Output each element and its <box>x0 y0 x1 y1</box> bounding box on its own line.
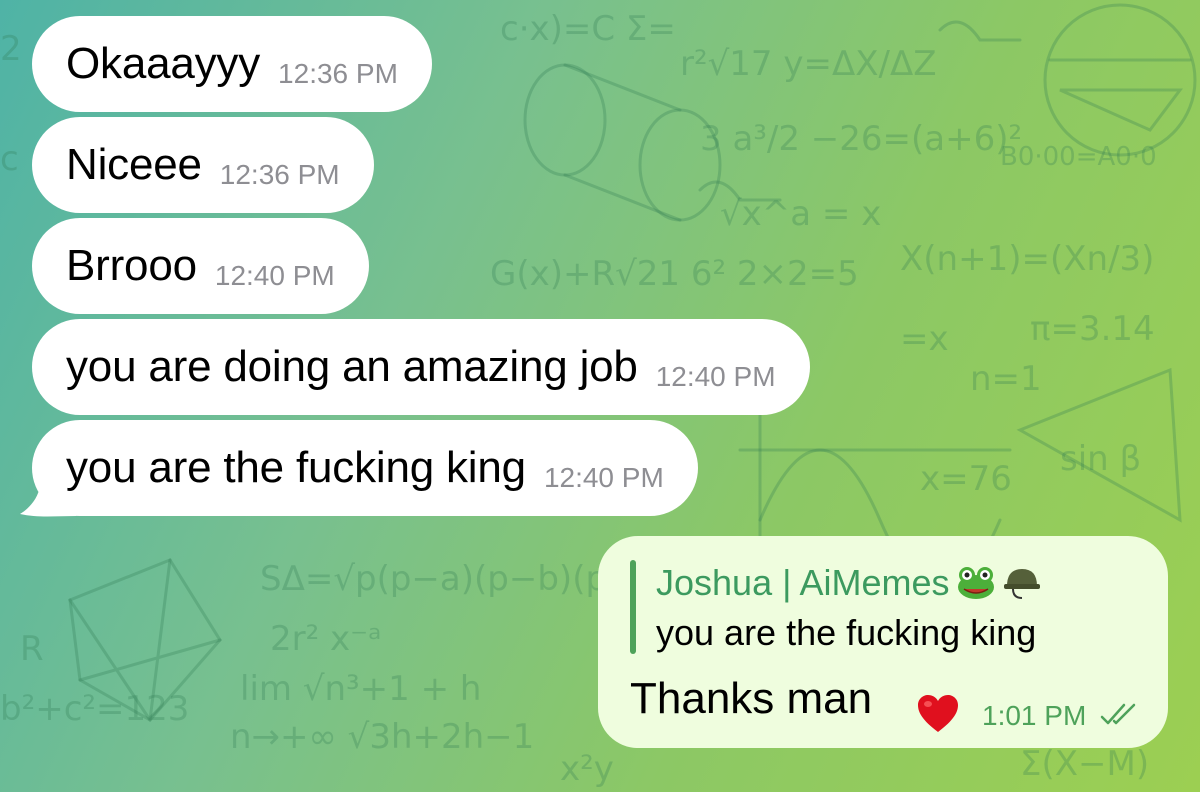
message-text: Thanks man <box>630 674 873 723</box>
message-bubble-outgoing[interactable]: Joshua | AiMemes you are the fucking kin… <box>598 536 1168 748</box>
message-text: you are doing an amazing job <box>66 342 638 391</box>
message-bubble-incoming[interactable]: Brrooo 12:40 PM <box>32 218 369 314</box>
message-text: Niceee <box>66 140 202 189</box>
message-text: you are the fucking king <box>66 443 526 492</box>
message-bubble-incoming[interactable]: you are doing an amazing job 12:40 PM <box>32 319 810 415</box>
message-bubble-incoming[interactable]: Niceee 12:36 PM <box>32 117 374 213</box>
message-timestamp: 12:40 PM <box>543 462 664 493</box>
frog-face-icon <box>958 567 995 599</box>
message-text: Okaaayyy <box>66 39 261 88</box>
message-timestamp: 12:36 PM <box>278 58 398 89</box>
double-check-read-icon <box>1100 703 1136 725</box>
reply-quote-text: you are the fucking king <box>656 612 1037 653</box>
message-bubble-incoming[interactable]: Okaaayyy 12:36 PM <box>32 16 432 112</box>
reply-quote-bar <box>630 560 636 654</box>
message-timestamp: 12:40 PM <box>655 361 776 392</box>
message-timestamp: 12:36 PM <box>219 159 340 190</box>
message-timestamp: 12:40 PM <box>214 260 335 291</box>
military-helmet-icon <box>1004 569 1041 599</box>
reply-author-name: Joshua | AiMemes <box>656 562 950 603</box>
message-text: Brrooo <box>66 241 197 290</box>
red-heart-icon[interactable] <box>916 694 960 734</box>
message-timestamp: 1:01 PM <box>982 700 1087 731</box>
message-bubble-incoming[interactable]: you are the fucking king 12:40 PM <box>32 420 698 516</box>
chat-view: Okaaayyy 12:36 PM Niceee 12:36 PM Brrooo… <box>0 0 1200 792</box>
reply-author[interactable]: Joshua | AiMemes <box>656 562 1041 604</box>
